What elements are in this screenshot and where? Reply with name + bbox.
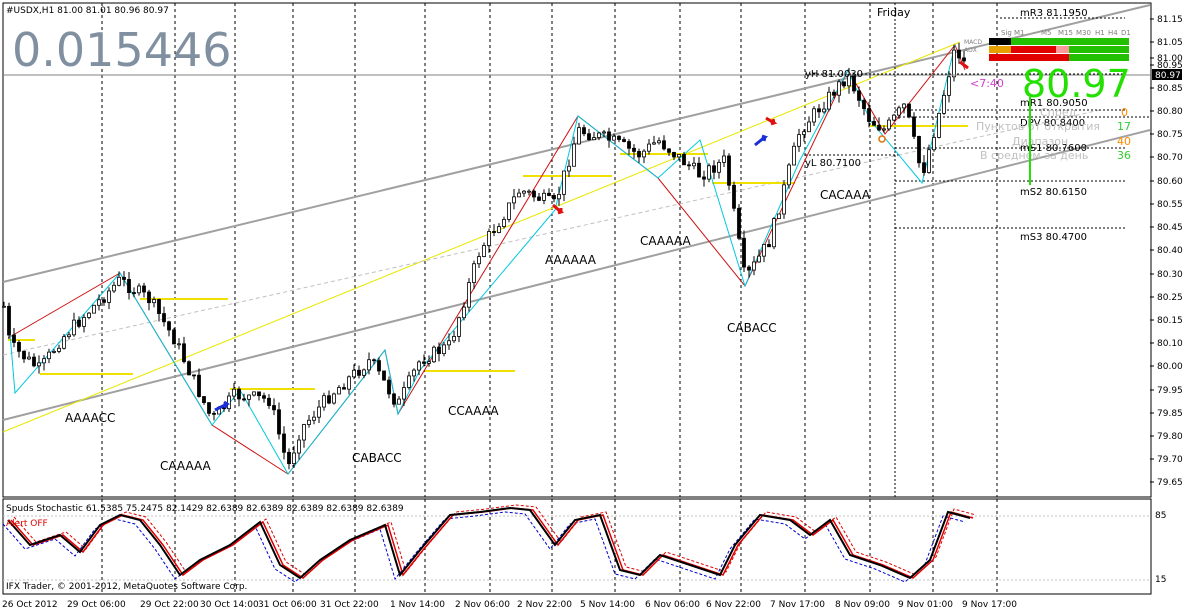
price-axis-label: 80.85 xyxy=(1157,84,1183,94)
svg-text:AAAAAA: AAAAAA xyxy=(545,253,597,267)
svg-text:CABACC: CABACC xyxy=(352,451,402,465)
big-price: 80.97 xyxy=(1022,62,1131,106)
price-axis-label: 79.80 xyxy=(1157,432,1183,442)
indicator-axis-85: 85 xyxy=(1155,511,1166,521)
svg-text:В среднем за день: В среднем за день xyxy=(980,149,1088,162)
time-axis-label: 31 Oct 22:00 xyxy=(320,600,379,610)
price-axis-label: 79.85 xyxy=(1157,409,1183,419)
price-axis-label: 79.95 xyxy=(1157,386,1183,396)
alert-status: Alert OFF xyxy=(6,519,48,529)
svg-text:M30: M30 xyxy=(1076,29,1091,37)
svg-text:17: 17 xyxy=(1117,120,1131,133)
svg-text:mS2 80.6150: mS2 80.6150 xyxy=(1020,187,1087,198)
price-axis-label: 80.10 xyxy=(1157,339,1183,349)
time-axis-label: 2 Nov 22:00 xyxy=(517,600,572,610)
svg-text:M1: M1 xyxy=(1014,29,1025,37)
big-value: 0.015446 xyxy=(12,23,232,77)
time-axis-label: 29 Oct 22:00 xyxy=(140,600,199,610)
svg-text:H4: H4 xyxy=(1108,29,1118,37)
svg-text:yH 81.0030: yH 81.0030 xyxy=(805,69,863,80)
time-axis-label: 7 Nov 17:00 xyxy=(770,600,825,610)
price-axis-label: 80.70 xyxy=(1157,153,1183,163)
price-chart-canvas[interactable]: 81.1581.0581.0080.9580.8580.8080.7580.70… xyxy=(0,0,1188,611)
svg-text:M5: M5 xyxy=(1041,29,1052,37)
svg-text:mR3 81.1950: mR3 81.1950 xyxy=(1020,8,1088,19)
price-axis-label: 80.25 xyxy=(1157,293,1183,303)
current-price-tag: 80.97 xyxy=(1155,71,1181,81)
svg-text:yL 80.7100: yL 80.7100 xyxy=(805,158,861,169)
candle-timer: <7:40 xyxy=(970,77,1004,90)
price-axis: 81.1581.0581.0080.9580.8580.8080.7580.70… xyxy=(1150,15,1183,488)
price-axis-label: 80.40 xyxy=(1157,246,1183,256)
chart-header: #USDX,H1 81.00 81.01 80.96 80.97 xyxy=(6,6,169,16)
time-axis-label: 6 Nov 06:00 xyxy=(645,600,700,610)
svg-text:D1: D1 xyxy=(1121,29,1131,37)
price-axis-label: 79.65 xyxy=(1157,478,1183,488)
price-axis-label: 80.80 xyxy=(1157,107,1183,117)
price-axis-label: 80.75 xyxy=(1157,130,1183,140)
svg-text:H1: H1 xyxy=(1095,29,1105,37)
svg-text:mS3 80.4700: mS3 80.4700 xyxy=(1020,232,1087,243)
signal-arrows xyxy=(214,60,969,412)
time-axis-label: 29 Oct 06:00 xyxy=(67,600,126,610)
svg-text:MACD: MACD xyxy=(964,39,982,46)
day-label: Friday xyxy=(877,6,911,19)
svg-text:AAAACC: AAAACC xyxy=(65,411,115,425)
time-axis-label: 2 Nov 06:00 xyxy=(455,600,510,610)
price-axis-label: 80.45 xyxy=(1157,223,1183,233)
chart-window[interactable]: 81.15 81.05 81.00 80.95 80.85 80.80 80.75 80.70… xyxy=(0,0,1188,611)
price-axis-label: 80.00 xyxy=(1157,362,1183,372)
time-axis-label: 30 Oct 14:00 xyxy=(200,600,259,610)
svg-text:Sig: Sig xyxy=(1001,29,1012,37)
svg-text:CAAAAA: CAAAAA xyxy=(640,234,692,248)
svg-text:40: 40 xyxy=(1117,135,1131,148)
svg-text:Диапазон: Диапазон xyxy=(1012,135,1068,148)
svg-text:CAAAAA: CAAAAA xyxy=(160,459,212,473)
svg-text:M15: M15 xyxy=(1058,29,1073,37)
mtf-signal-panel: Sig M1 M5 M15 M30 H1 H4 D1 MACD ADX xyxy=(964,29,1131,61)
svg-text:ADX: ADX xyxy=(964,47,977,54)
copyright: IFX Trader, © 2001-2012, MetaQuotes Soft… xyxy=(6,582,247,592)
info-panel: Спред 0 Пунктов от открытия 17 Диапазон … xyxy=(976,106,1131,162)
price-axis-label: 81.15 xyxy=(1157,15,1183,25)
price-axis-label: 80.15 xyxy=(1157,316,1183,326)
time-axis-label: 9 Nov 01:00 xyxy=(898,600,953,610)
svg-text:CCAAAA: CCAAAA xyxy=(448,404,499,418)
svg-text:Пунктов от открытия: Пунктов от открытия xyxy=(976,120,1100,133)
time-axis-label: 26 Oct 2012 xyxy=(2,600,58,610)
svg-text:Спред: Спред xyxy=(1040,106,1077,119)
price-axis-label: 80.55 xyxy=(1157,200,1183,210)
time-axis-label: 31 Oct 06:00 xyxy=(258,600,317,610)
price-axis-label: 81.05 xyxy=(1157,38,1183,48)
time-axis-label: 9 Nov 17:00 xyxy=(962,600,1017,610)
indicator-axis-15: 15 xyxy=(1155,575,1166,585)
time-axis-label: 6 Nov 22:00 xyxy=(706,600,761,610)
svg-text:CABACC: CABACC xyxy=(727,321,777,335)
price-axis-label: 80.30 xyxy=(1157,270,1183,280)
price-axis-label: 79.70 xyxy=(1157,455,1183,465)
svg-text:36: 36 xyxy=(1117,149,1131,162)
time-axis-label: 5 Nov 14:00 xyxy=(580,600,635,610)
time-axis-label: 1 Nov 14:00 xyxy=(390,600,445,610)
svg-text:CACAAA: CACAAA xyxy=(820,188,871,202)
svg-text:0: 0 xyxy=(1121,106,1128,119)
indicator-title: Spuds Stochastic 61.5385 75.2475 82.1429… xyxy=(6,504,404,514)
time-axis-label: 8 Nov 09:00 xyxy=(835,600,890,610)
time-axis: 26 Oct 2012 29 Oct 06:00 29 Oct 22:00 30 Oc… xyxy=(2,600,1017,610)
price-axis-label: 80.60 xyxy=(1157,177,1183,187)
